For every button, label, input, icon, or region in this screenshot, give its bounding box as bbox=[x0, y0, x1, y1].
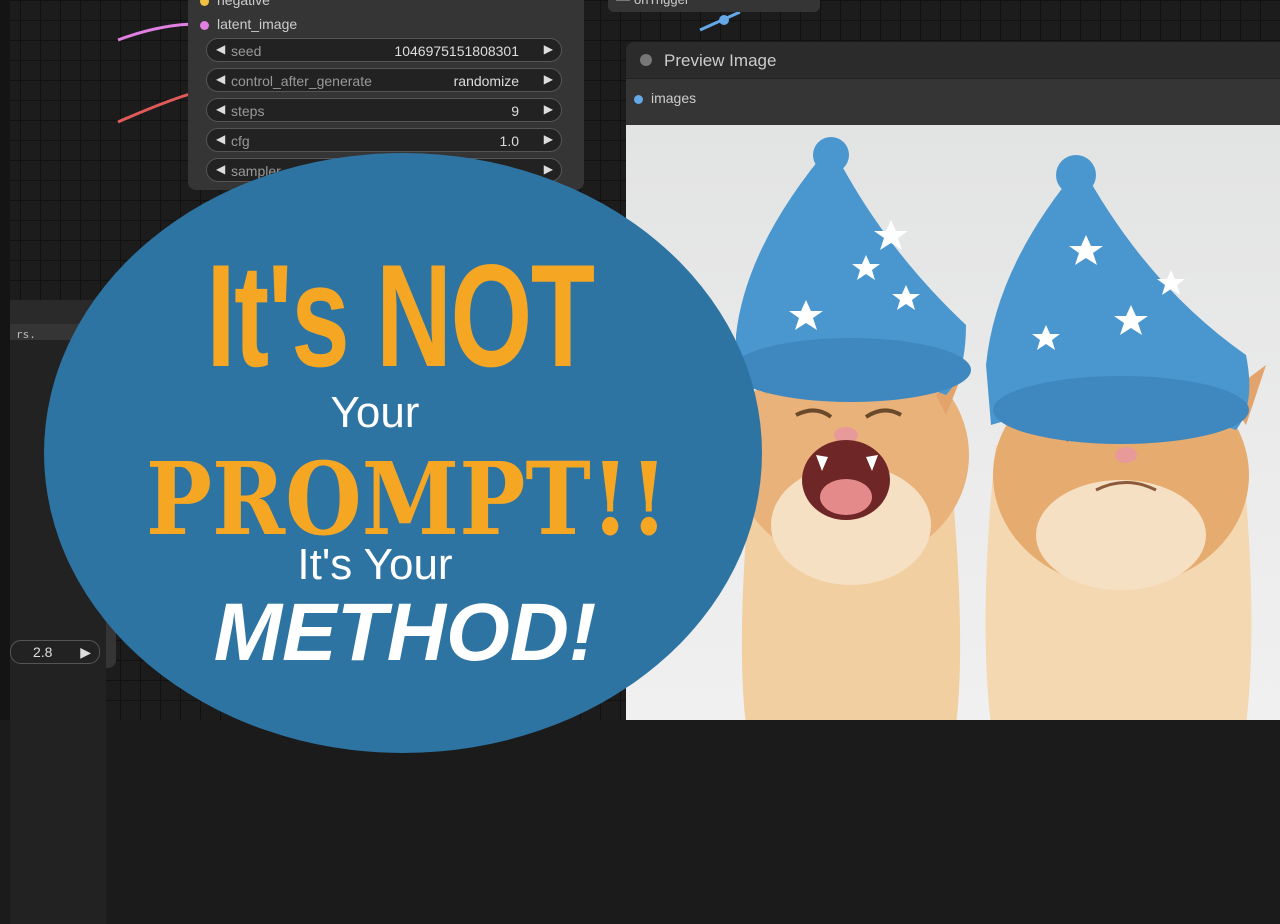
cfg-widget[interactable]: ◀ cfg 1.0 ▶ bbox=[206, 128, 562, 152]
headline-line-5: METHOD! bbox=[213, 587, 597, 678]
cfg-label: cfg bbox=[231, 133, 250, 149]
arrow-right-icon[interactable]: ▶ bbox=[544, 102, 553, 116]
node-status-icon bbox=[616, 0, 630, 1]
left-node-text: rs. bbox=[16, 328, 36, 341]
headline-line-2: Your bbox=[330, 388, 420, 437]
seed-widget[interactable]: ◀ seed 1046975151808301 ▶ bbox=[206, 38, 562, 62]
trigger-node[interactable]: onTrigger bbox=[608, 0, 820, 12]
left-widget-value: 2.8 bbox=[33, 644, 53, 660]
kitten-right bbox=[985, 155, 1266, 720]
input-dot-icon[interactable] bbox=[634, 94, 643, 104]
input-negative[interactable]: negative bbox=[200, 0, 270, 8]
arrow-left-icon[interactable]: ◀ bbox=[216, 162, 225, 176]
seed-label: seed bbox=[231, 43, 262, 59]
input-dot-icon[interactable] bbox=[200, 0, 209, 6]
arrow-right-icon[interactable]: ▶ bbox=[544, 42, 553, 56]
input-images-label: images bbox=[651, 90, 697, 106]
steps-widget[interactable]: ◀ steps 9 ▶ bbox=[206, 98, 562, 122]
left-number-widget[interactable]: 2.8 ▶ bbox=[10, 640, 100, 664]
headline-line-4: It's Your bbox=[297, 540, 453, 589]
arrow-right-icon[interactable]: ▶ bbox=[544, 72, 553, 86]
arrow-left-icon[interactable]: ◀ bbox=[216, 102, 225, 116]
preview-node-header[interactable]: Preview Image bbox=[626, 42, 1280, 79]
kitten-left bbox=[731, 137, 971, 720]
control-after-generate-widget[interactable]: ◀ control_after_generate randomize ▶ bbox=[206, 68, 562, 92]
model-wire[interactable] bbox=[117, 92, 191, 124]
steps-value: 9 bbox=[511, 103, 519, 119]
control-after-generate-label: control_after_generate bbox=[231, 73, 372, 89]
arrow-right-icon[interactable]: ▶ bbox=[544, 132, 553, 146]
arrow-left-icon[interactable]: ◀ bbox=[216, 72, 225, 86]
headline-line-1: It's NOT bbox=[206, 234, 595, 397]
cfg-value: 1.0 bbox=[499, 133, 519, 149]
arrow-right-icon[interactable]: ▶ bbox=[80, 641, 91, 663]
arrow-right-icon[interactable]: ▶ bbox=[544, 162, 553, 176]
input-latent-label: latent_image bbox=[217, 16, 298, 32]
trigger-node-title: onTrigger bbox=[634, 0, 689, 7]
seed-value: 1046975151808301 bbox=[394, 43, 519, 59]
input-negative-label: negative bbox=[217, 0, 270, 8]
arrow-left-icon[interactable]: ◀ bbox=[216, 132, 225, 146]
input-images[interactable]: images bbox=[634, 90, 696, 106]
input-dot-icon[interactable] bbox=[200, 20, 209, 30]
trigger-wire-dot[interactable] bbox=[719, 15, 729, 25]
latent-wire[interactable] bbox=[117, 22, 199, 42]
preview-node-title: Preview Image bbox=[664, 51, 777, 70]
control-after-generate-value: randomize bbox=[453, 73, 519, 89]
node-status-icon[interactable] bbox=[640, 54, 652, 66]
steps-label: steps bbox=[231, 103, 265, 119]
input-latent-image[interactable]: latent_image bbox=[200, 16, 297, 32]
arrow-left-icon[interactable]: ◀ bbox=[216, 42, 225, 56]
